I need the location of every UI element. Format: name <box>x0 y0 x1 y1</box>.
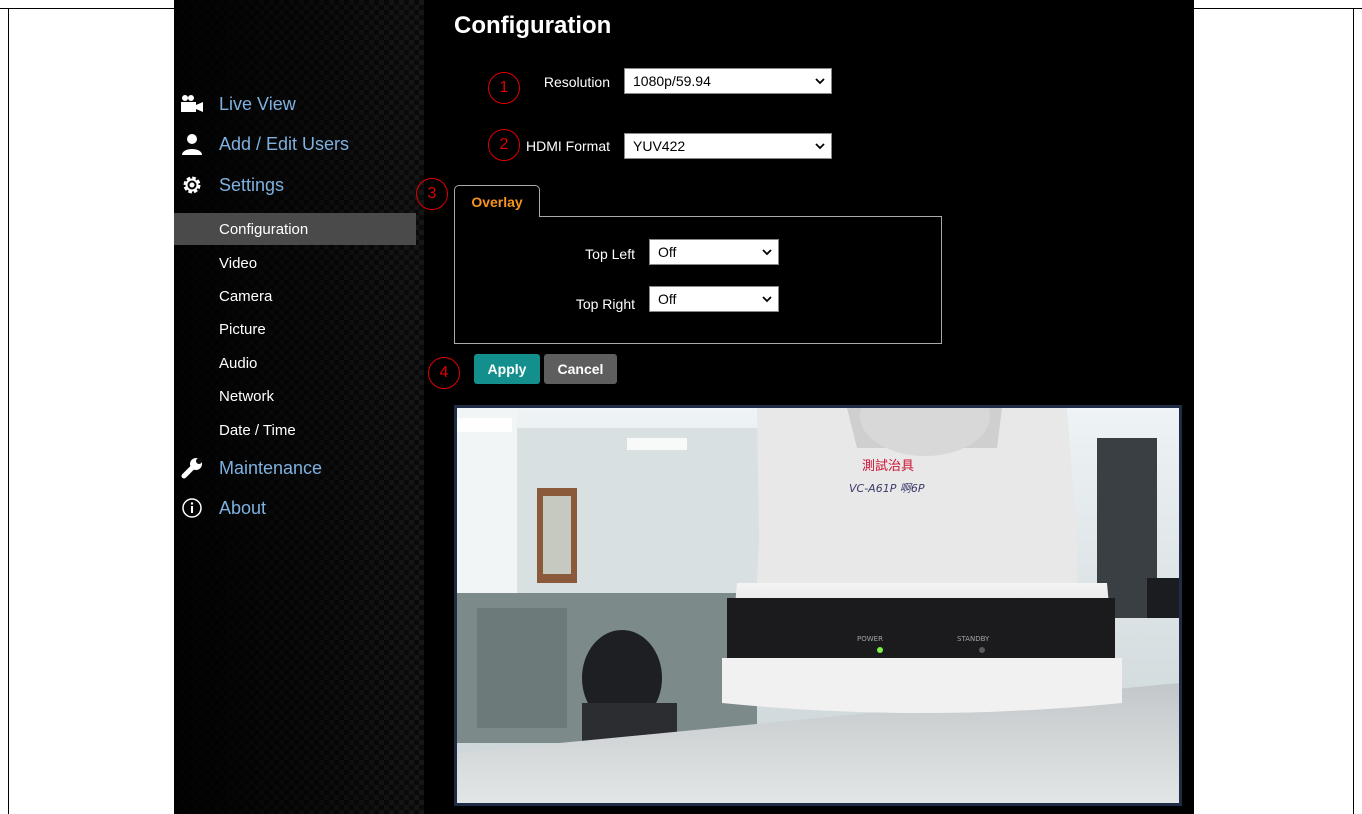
top-left-value: Off <box>658 244 677 260</box>
top-right-label: Top Right <box>575 296 635 312</box>
chevron-down-icon <box>809 69 831 93</box>
cancel-button[interactable]: Cancel <box>544 354 617 384</box>
top-right-select[interactable]: Off <box>649 286 779 312</box>
callout-1: 1 <box>488 72 520 104</box>
chevron-down-icon <box>756 240 778 264</box>
sidebar-item-label: About <box>219 497 267 518</box>
user-icon <box>179 131 205 157</box>
frame-left-border <box>8 8 9 814</box>
sidebar-item-audio[interactable]: Audio <box>174 347 416 379</box>
video-preview: POWER STANDBY 測試治具 VC-A61P 啊6P <box>454 405 1182 806</box>
sidebar-item-video[interactable]: Video <box>174 247 416 279</box>
overlay-panel: Top Left Off Top Right Off <box>454 216 942 344</box>
wrench-icon <box>179 455 205 481</box>
hdmi-format-select[interactable]: YUV422 <box>624 133 832 159</box>
page-title: Configuration <box>454 12 612 39</box>
top-left-select[interactable]: Off <box>649 239 779 265</box>
power-label: POWER <box>857 635 883 643</box>
hdmi-format-value: YUV422 <box>633 138 686 154</box>
gear-icon <box>179 172 205 198</box>
sidebar: Live View Add / Edit Users Settings Conf… <box>174 0 424 814</box>
sidebar-item-label: Live View <box>219 93 296 114</box>
main-content: Configuration 1 Resolution 1080p/59.94 2… <box>416 0 1194 814</box>
sidebar-item-about[interactable]: About <box>179 494 266 522</box>
sidebar-item-settings[interactable]: Settings <box>179 171 284 199</box>
resolution-value: 1080p/59.94 <box>633 73 711 89</box>
sidebar-item-live-view[interactable]: Live View <box>179 90 296 118</box>
tab-overlay[interactable]: Overlay <box>454 185 540 217</box>
callout-4: 4 <box>428 357 460 389</box>
resolution-label: Resolution <box>543 74 610 90</box>
resolution-select[interactable]: 1080p/59.94 <box>624 68 832 94</box>
frame-right-border <box>1353 8 1354 814</box>
apply-button[interactable]: Apply <box>474 354 540 384</box>
video-camera-icon <box>179 91 205 117</box>
chevron-down-icon <box>756 287 778 311</box>
chevron-down-icon <box>809 134 831 158</box>
sidebar-item-maintenance[interactable]: Maintenance <box>179 454 322 482</box>
handwritten-note: VC-A61P 啊6P <box>849 482 925 495</box>
callout-2: 2 <box>488 129 520 161</box>
sidebar-item-configuration[interactable]: Configuration <box>174 213 416 245</box>
standby-label: STANDBY <box>957 635 990 643</box>
sidebar-item-label: Maintenance <box>219 457 323 478</box>
sidebar-nav: Live View Add / Edit Users Settings Conf… <box>174 0 424 814</box>
video-preview-scene: POWER STANDBY 測試治具 VC-A61P 啊6P <box>457 408 1179 803</box>
sidebar-item-picture[interactable]: Picture <box>174 313 416 345</box>
hdmi-format-label: HDMI Format <box>526 138 610 154</box>
sidebar-item-date-time[interactable]: Date / Time <box>174 414 416 446</box>
top-left-label: Top Left <box>585 246 635 262</box>
device-label: 測試治具 <box>862 458 914 474</box>
sidebar-item-label: Add / Edit Users <box>219 133 350 154</box>
sidebar-item-label: Settings <box>219 174 285 195</box>
sidebar-item-camera[interactable]: Camera <box>174 280 416 312</box>
info-icon <box>179 495 205 521</box>
sidebar-item-add-edit-users[interactable]: Add / Edit Users <box>179 130 349 158</box>
sidebar-item-network[interactable]: Network <box>174 380 416 412</box>
top-right-value: Off <box>658 291 677 307</box>
